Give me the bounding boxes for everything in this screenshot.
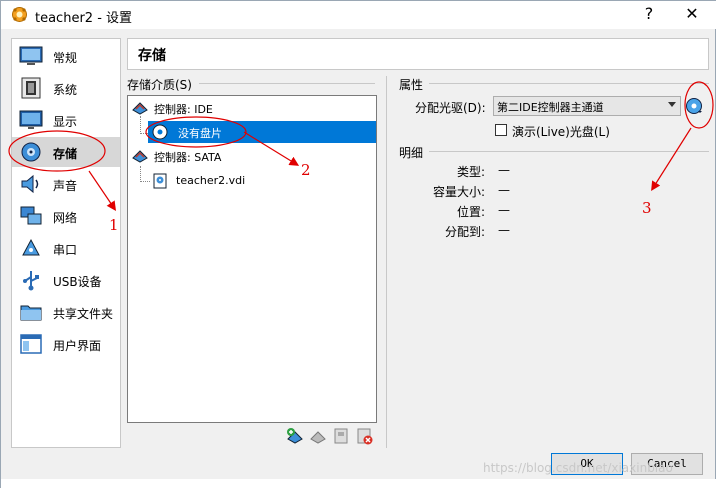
tree-item-sata-controller[interactable]: 控制器: SATA: [128, 145, 376, 167]
sidebar-item-storage[interactable]: 存储: [12, 137, 120, 167]
sidebar-item-label: 显示: [53, 115, 78, 129]
audio-icon: [21, 174, 39, 194]
usb-icon: [23, 271, 39, 291]
sidebar-item-label: 串口: [53, 243, 78, 257]
detail-location-label: 位置:: [457, 205, 486, 219]
controller-icon: [132, 102, 148, 115]
sidebar-item-user-interface[interactable]: 用户界面: [12, 329, 120, 359]
details-divider: [429, 151, 709, 152]
detail-location-value: —: [498, 203, 510, 217]
chevron-down-icon: [668, 102, 676, 107]
virtualbox-app-icon: [12, 7, 27, 22]
remove-attachment-icon[interactable]: [355, 427, 373, 445]
panel-divider: [386, 76, 387, 448]
optical-drive-value: 第二IDE控制器主通道: [497, 101, 604, 114]
settings-sidebar: 常规 系统 显示 存储 声音 网络 串口 USB设备 共享文件夹 用户界面: [11, 38, 121, 448]
tree-item-empty-optical[interactable]: 没有盘片: [148, 121, 376, 143]
serial-port-icon: [22, 238, 40, 256]
sidebar-item-label: 共享文件夹: [53, 307, 114, 321]
storage-tree[interactable]: 控制器: IDE 没有盘片 控制器: SATA teacher2.vdi: [127, 95, 377, 423]
attributes-divider: [429, 83, 709, 84]
network-icon: [20, 206, 42, 225]
storage-label-divider: [199, 83, 375, 84]
detail-type-value: —: [498, 163, 510, 177]
sidebar-item-usb[interactable]: USB设备: [12, 265, 120, 295]
storage-devices-label: 存储介质(S): [127, 78, 192, 92]
optical-drive-label: 分配光驱(D):: [415, 101, 486, 115]
sidebar-item-label: 网络: [53, 211, 78, 225]
settings-window: teacher2 - 设置 ? ✕ 常规 系统 显示 存储 声音 网络 串口 U…: [0, 0, 716, 489]
detail-size-value: —: [498, 183, 510, 197]
remove-controller-icon[interactable]: [309, 427, 327, 445]
detail-size-label: 容量大小:: [433, 185, 486, 199]
page-title: 存储: [138, 48, 166, 64]
sidebar-item-general[interactable]: 常规: [12, 41, 120, 71]
display-icon: [19, 110, 43, 129]
detail-type-label: 类型:: [457, 165, 486, 179]
window-title: teacher2 - 设置: [35, 11, 133, 26]
hard-disk-icon: [153, 173, 167, 189]
title-bar: teacher2 - 设置 ? ✕: [1, 1, 716, 29]
optical-drive-select[interactable]: 第二IDE控制器主通道: [493, 96, 681, 116]
sidebar-item-system[interactable]: 系统: [12, 73, 120, 103]
annotation-number-2: 2: [301, 161, 311, 179]
detail-attached-label: 分配到:: [445, 225, 486, 239]
annotation-arrow-3: [651, 127, 692, 192]
sidebar-item-shared-folders[interactable]: 共享文件夹: [12, 297, 120, 327]
tree-item-vdi-disk[interactable]: teacher2.vdi: [148, 170, 376, 192]
sidebar-item-label: 用户界面: [53, 339, 102, 353]
sidebar-item-label: 系统: [53, 83, 78, 97]
annotation-number-3: 3: [642, 199, 652, 217]
live-cd-checkbox[interactable]: [495, 124, 507, 136]
add-attachment-icon[interactable]: [332, 427, 350, 445]
optical-disc-icon: [152, 124, 168, 140]
tree-item-label: 没有盘片: [178, 127, 222, 140]
sidebar-item-serial-port[interactable]: 串口: [12, 233, 120, 263]
sidebar-item-display[interactable]: 显示: [12, 105, 120, 135]
user-interface-icon: [20, 334, 42, 354]
sidebar-item-network[interactable]: 网络: [12, 201, 120, 231]
live-cd-label: 演示(Live)光盘(L): [512, 125, 610, 139]
section-header: 存储: [127, 38, 709, 70]
add-controller-icon[interactable]: [286, 427, 304, 445]
tree-item-label: 控制器: SATA: [154, 151, 222, 164]
sidebar-item-label: USB设备: [53, 275, 102, 289]
shared-folder-icon: [20, 305, 42, 321]
close-button[interactable]: ✕: [677, 3, 707, 25]
tree-item-ide-controller[interactable]: 控制器: IDE: [128, 97, 376, 119]
choose-disc-icon[interactable]: [685, 97, 703, 115]
sidebar-item-label: 常规: [53, 51, 78, 65]
sidebar-item-audio[interactable]: 声音: [12, 169, 120, 199]
controller-icon: [132, 150, 148, 163]
help-button[interactable]: ?: [637, 3, 661, 25]
annotation-number-1: 1: [109, 216, 119, 234]
attributes-heading: 属性: [399, 78, 424, 92]
system-icon: [21, 77, 41, 99]
detail-attached-value: —: [498, 223, 510, 237]
sidebar-item-label: 存储: [53, 147, 78, 161]
tree-connector: [140, 166, 141, 182]
tree-item-label: teacher2.vdi: [176, 174, 246, 187]
watermark-text: https://blog.csdn.net/xiaxinbiao: [483, 461, 673, 475]
details-heading: 明细: [399, 146, 424, 160]
storage-icon: [21, 142, 41, 162]
tree-item-label: 控制器: IDE: [154, 103, 213, 116]
sidebar-item-label: 声音: [53, 179, 78, 193]
general-icon: [19, 46, 43, 65]
